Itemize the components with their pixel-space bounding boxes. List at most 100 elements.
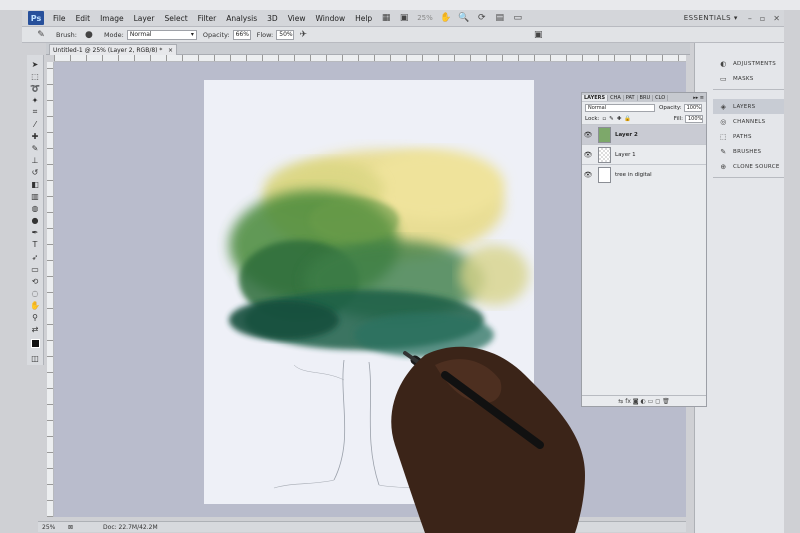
- status-doc-size[interactable]: Doc: 22.7M/42.2M: [103, 524, 158, 531]
- crop-tool-icon[interactable]: ⌗: [30, 107, 41, 117]
- arrange-documents-icon[interactable]: ▤: [494, 13, 506, 24]
- dodge-tool-icon[interactable]: ●: [30, 216, 41, 226]
- menu-image[interactable]: Image: [95, 14, 129, 23]
- dock-brushes[interactable]: ✎ BRUSHES: [713, 144, 784, 159]
- tab-paths[interactable]: PAT: [624, 94, 638, 101]
- photoshop-logo[interactable]: Ps: [28, 11, 44, 25]
- 3d-orbit-icon[interactable]: ◌: [30, 288, 41, 298]
- type-tool-icon[interactable]: T: [30, 240, 41, 250]
- swap-colors-icon[interactable]: ⇄: [30, 324, 41, 334]
- panel-dock: ◐ ADJUSTMENTS ▭ MASKS ◈ LAYERS ◎ CHANNELS ⬚ P…: [694, 43, 784, 533]
- layer-row-layer-1[interactable]: 👁 Layer 1: [582, 144, 706, 164]
- view-extras-icon[interactable]: ▣: [398, 13, 410, 24]
- lock-all-icon[interactable]: 🔒: [624, 116, 631, 122]
- layer-row-layer-2[interactable]: 👁 Layer 2: [582, 124, 706, 144]
- layers-panel-footer[interactable]: ⇆ fx ◙ ◐ ▭ ◻ 🗑: [582, 395, 706, 406]
- menu-layer[interactable]: Layer: [129, 14, 160, 23]
- lock-transparency-icon[interactable]: ▫: [602, 116, 606, 122]
- flow-field[interactable]: 50%: [276, 29, 295, 40]
- marquee-tool-icon[interactable]: ⬚: [30, 71, 41, 81]
- history-brush-icon[interactable]: ↺: [30, 168, 41, 178]
- clone-stamp-icon[interactable]: ⊥: [30, 156, 41, 166]
- lock-pixels-icon[interactable]: ✎: [609, 116, 614, 122]
- tab-close-icon[interactable]: ×: [168, 47, 173, 54]
- eye-icon[interactable]: 👁: [582, 171, 594, 179]
- dock-masks[interactable]: ▭ MASKS: [713, 71, 784, 86]
- layer-row-tree-in-digital[interactable]: 👁 tree in digital: [582, 164, 706, 184]
- eye-icon[interactable]: 👁: [582, 151, 594, 159]
- quick-select-icon[interactable]: ✦: [30, 95, 41, 105]
- shape-tool-icon[interactable]: ▭: [30, 264, 41, 274]
- menu-help[interactable]: Help: [350, 14, 377, 23]
- menu-window[interactable]: Window: [311, 14, 351, 23]
- layers-panel-tabs: LAYERS CHA PAT BRU CLO ▸▸ ≡: [582, 93, 706, 102]
- foreground-color-swatch[interactable]: [30, 339, 40, 348]
- restore-icon[interactable]: ▫: [756, 14, 769, 23]
- panel-opacity-field[interactable]: 100%: [683, 103, 702, 112]
- tab-channels[interactable]: CHA: [608, 94, 624, 101]
- fill-field[interactable]: 100%: [685, 114, 703, 123]
- layer-name: Layer 1: [615, 151, 636, 158]
- brush-size-picker[interactable]: ●: [83, 29, 95, 40]
- menu-analysis[interactable]: Analysis: [221, 14, 262, 23]
- status-icon[interactable]: ⊠: [68, 524, 73, 531]
- eraser-icon[interactable]: ◧: [30, 180, 41, 190]
- tab-layers[interactable]: LAYERS: [582, 94, 609, 101]
- move-tool-icon[interactable]: ➤: [30, 59, 41, 69]
- document-tab[interactable]: Untitled-1 @ 25% (Layer 2, RGB/8) * ×: [49, 44, 177, 55]
- mode-label: Mode:: [103, 30, 124, 39]
- rotate-view-icon[interactable]: ⟳: [476, 13, 488, 24]
- path-select-icon[interactable]: ➶: [30, 252, 41, 262]
- workspace-switcher[interactable]: ESSENTIALS ▾: [684, 14, 744, 22]
- dock-layers[interactable]: ◈ LAYERS: [713, 99, 784, 114]
- bridge-icon[interactable]: ▦: [380, 13, 392, 24]
- pen-tool-icon[interactable]: ✒: [30, 228, 41, 238]
- tab-clone[interactable]: CLO: [653, 94, 669, 101]
- blend-mode-select[interactable]: Normal: [585, 103, 655, 112]
- lasso-tool-icon[interactable]: ➰: [30, 83, 41, 93]
- menu-filter[interactable]: Filter: [193, 14, 222, 23]
- menu-view[interactable]: View: [283, 14, 311, 23]
- dock-channels[interactable]: ◎ CHANNELS: [713, 114, 784, 129]
- tab-brushes[interactable]: BRU: [638, 94, 654, 101]
- brush-tool-icon[interactable]: ✎: [30, 143, 41, 153]
- airbrush-icon[interactable]: ✈: [297, 29, 309, 40]
- opacity-field[interactable]: 66%: [232, 29, 251, 40]
- lock-row: Lock: ▫ ✎ ✚ 🔒 Fill: 100%: [582, 113, 706, 124]
- lock-position-icon[interactable]: ✚: [617, 116, 622, 122]
- layer-thumbnail: [598, 146, 611, 163]
- healing-brush-icon[interactable]: ✚: [30, 131, 41, 141]
- screen-mode-icon[interactable]: ▭: [512, 13, 524, 24]
- hand-icon[interactable]: ✋: [30, 300, 41, 310]
- brush-panel-icon[interactable]: ▣: [532, 29, 544, 40]
- masks-icon: ▭: [720, 74, 727, 83]
- panel-menu-icon[interactable]: ▸▸ ≡: [693, 95, 706, 101]
- blur-tool-icon[interactable]: ◍: [30, 204, 41, 214]
- minimize-icon[interactable]: –: [744, 14, 756, 23]
- mode-select[interactable]: Normal ▾: [126, 29, 197, 40]
- eyedropper-icon[interactable]: ⁄: [30, 119, 41, 129]
- hand-tool-icon[interactable]: ✋: [440, 13, 452, 24]
- menu-file[interactable]: File: [48, 14, 71, 23]
- layer-name: tree in digital: [615, 171, 652, 178]
- 3d-rotate-icon[interactable]: ⟲: [30, 276, 41, 286]
- menu-edit[interactable]: Edit: [71, 14, 96, 23]
- adjustments-icon: ◐: [720, 59, 727, 68]
- dock-adjustments[interactable]: ◐ ADJUSTMENTS: [713, 56, 784, 71]
- dock-brushes-label: BRUSHES: [733, 148, 762, 155]
- zoom-level-select[interactable]: 25%: [417, 14, 433, 22]
- dock-clone-source[interactable]: ⊕ CLONE SOURCE: [713, 159, 784, 174]
- status-zoom[interactable]: 25%: [38, 524, 68, 531]
- dock-layers-label: LAYERS: [733, 103, 756, 110]
- dock-paths[interactable]: ⬚ PATHS: [713, 129, 784, 144]
- brush-preset-icon[interactable]: ✎: [35, 29, 47, 40]
- menu-select[interactable]: Select: [160, 14, 193, 23]
- layer-thumbnail: [598, 126, 611, 143]
- menu-3d[interactable]: 3D: [262, 14, 283, 23]
- quick-mask-icon[interactable]: ◫: [30, 354, 41, 364]
- gradient-icon[interactable]: ▥: [30, 192, 41, 202]
- zoom-tool-icon[interactable]: 🔍: [458, 13, 470, 24]
- zoom-icon[interactable]: ⚲: [30, 312, 41, 322]
- eye-icon[interactable]: 👁: [582, 131, 594, 139]
- close-icon[interactable]: ✕: [769, 14, 784, 23]
